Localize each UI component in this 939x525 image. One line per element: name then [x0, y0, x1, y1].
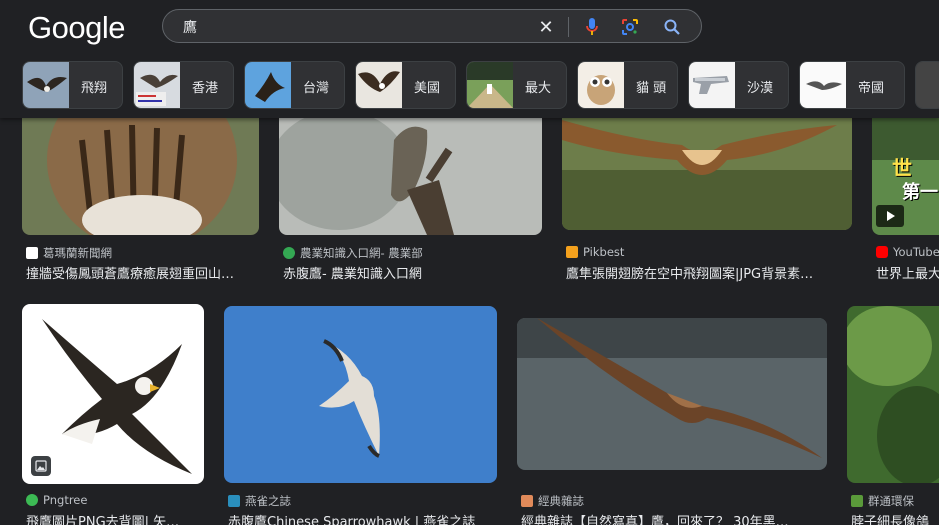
result-image[interactable]: [224, 306, 497, 483]
google-lens-icon[interactable]: [619, 16, 641, 38]
chip-hong-kong[interactable]: 香港: [133, 61, 234, 109]
source-name: Pngtree: [43, 493, 88, 507]
chip-thumbnail: [467, 62, 513, 108]
result-image[interactable]: [517, 318, 827, 470]
chip-label: 台灣: [303, 81, 330, 96]
source-name: YouTube: [893, 245, 939, 259]
result-source[interactable]: 群通環保: [851, 493, 914, 509]
chip-thumbnail: [689, 62, 735, 108]
top-bar: Google ✕: [0, 0, 939, 118]
clear-icon[interactable]: ✕: [535, 16, 557, 38]
source-name: 葛瑪蘭新聞網: [43, 246, 112, 260]
chip-more[interactable]: [915, 61, 939, 109]
search-box[interactable]: ✕: [162, 9, 702, 43]
favicon-icon: [851, 495, 863, 507]
result-image[interactable]: [279, 100, 542, 235]
result-source[interactable]: 燕雀之誌: [228, 493, 291, 509]
result-source[interactable]: Pikbest: [566, 245, 624, 259]
result-title[interactable]: 赤腹鷹Chinese Sparrowhawk | 燕雀之誌: [228, 511, 498, 525]
result-title[interactable]: 赤腹鷹- 農業知識入口網: [283, 263, 543, 282]
result-title[interactable]: 世界上最大: [876, 263, 939, 282]
result-title[interactable]: 撞牆受傷鳳頭蒼鷹療癒展翅重回山…: [26, 263, 261, 282]
search-divider: [568, 17, 569, 37]
chip-flying[interactable]: 飛翔: [22, 61, 123, 109]
favicon-icon: [26, 494, 38, 506]
video-overlay-text: 世: [892, 156, 912, 180]
result-source[interactable]: 農業知識入口網- 農業部: [283, 245, 423, 261]
chip-owl[interactable]: 貓 頭: [577, 61, 678, 109]
chip-label: 香港: [192, 81, 219, 96]
chip-taiwan[interactable]: 台灣: [244, 61, 345, 109]
google-logo[interactable]: Google: [28, 10, 125, 46]
result-title[interactable]: 鷹隼張開翅膀在空中飛翔圖案|JPG背景素…: [566, 263, 851, 282]
chip-label: 帝國: [858, 81, 885, 96]
chip-thumbnail: [578, 62, 624, 108]
source-name: Pikbest: [583, 245, 625, 259]
result-title[interactable]: 經典雜誌【自然寫真】鷹，回來了？ 30年黑…: [521, 511, 826, 525]
search-input[interactable]: [183, 16, 523, 38]
result-image[interactable]: [562, 100, 852, 230]
result-source[interactable]: 經典雜誌: [521, 493, 584, 509]
chip-label: 美國: [414, 81, 441, 96]
chip-thumbnail: [23, 62, 69, 108]
chip-label: 貓 頭: [636, 81, 667, 96]
image-icon: [31, 456, 51, 476]
video-overlay-text: 第一: [902, 182, 938, 203]
result-image[interactable]: [22, 100, 259, 235]
chip-largest[interactable]: 最大: [466, 61, 567, 109]
chip-desert[interactable]: 沙漠: [688, 61, 789, 109]
chip-label: 飛翔: [81, 81, 108, 96]
result-source[interactable]: Pngtree: [26, 493, 87, 507]
result-title[interactable]: 飛鷹圖片PNG去背圖| 矢…: [26, 511, 206, 525]
chip-thumbnail: [916, 62, 939, 108]
chip-thumbnail: [800, 62, 846, 108]
chip-label: 沙漠: [747, 81, 774, 96]
search-icon[interactable]: [661, 16, 683, 38]
result-image[interactable]: [847, 306, 939, 483]
result-title[interactable]: 脖子細長像鴿: [851, 511, 939, 525]
chip-thumbnail: [134, 62, 180, 108]
source-name: 農業知識入口網- 農業部: [300, 246, 423, 260]
source-name: 經典雜誌: [538, 494, 584, 508]
youtube-icon: [876, 246, 888, 258]
chip-label: 最大: [525, 81, 552, 96]
chip-thumbnail: [245, 62, 291, 108]
chip-thumbnail: [356, 62, 402, 108]
favicon-icon: [521, 495, 533, 507]
chip-usa[interactable]: 美國: [355, 61, 456, 109]
chip-empire[interactable]: 帝國: [799, 61, 905, 109]
favicon-icon: [566, 246, 578, 258]
result-source[interactable]: YouTube: [876, 245, 939, 259]
result-source[interactable]: 葛瑪蘭新聞網: [26, 245, 112, 261]
source-name: 燕雀之誌: [245, 494, 291, 508]
source-name: 群通環保: [868, 494, 914, 508]
favicon-icon: [228, 495, 240, 507]
favicon-icon: [26, 247, 38, 259]
microphone-icon[interactable]: [581, 16, 603, 38]
play-icon: [876, 205, 904, 227]
favicon-icon: [283, 247, 295, 259]
